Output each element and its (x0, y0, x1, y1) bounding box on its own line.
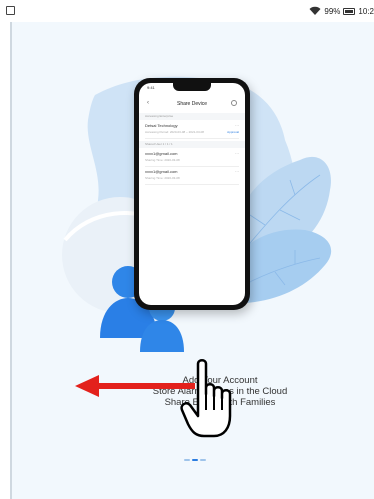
wifi-icon (309, 6, 321, 15)
phone-list-item: xxxx1@gmail.com Sharing Time: 2020-03-08… (145, 151, 239, 167)
phone-screen: 9:41 ‹ Share Device Accessing Enterprise… (139, 83, 245, 305)
page-dot[interactable] (184, 459, 190, 461)
phone-notch (173, 83, 211, 91)
gear-icon (231, 100, 237, 106)
phone-item-title: xxxx1@gmail.com (145, 169, 178, 174)
more-icon: ··· (235, 151, 239, 156)
back-icon: ‹ (147, 100, 149, 106)
phone-item-title: Detsai Technology (145, 123, 178, 128)
clock: 10:2 (358, 6, 374, 16)
phone-item-title: xxxx1@gmail.com (145, 151, 178, 156)
swipe-left-arrow-icon (75, 375, 195, 397)
status-right: 99% 10:2 (309, 5, 374, 17)
phone-mockup: 9:41 ‹ Share Device Accessing Enterprise… (134, 78, 250, 310)
notification-icon (6, 6, 15, 15)
phone-status-time: 9:41 (147, 85, 155, 90)
page-dot[interactable] (200, 459, 206, 461)
phone-item-action: Approval (227, 130, 239, 134)
hand-pointer-icon (180, 359, 232, 438)
more-icon: ··· (235, 123, 239, 128)
phone-item-sub: Accessing Period: 2020-03-08 ~ 2021-03-0… (145, 130, 204, 134)
phone-header-title: Share Device (176, 101, 207, 107)
phone-section-label: Shared User 1 / 1 / 1 (139, 141, 245, 148)
phone-header: ‹ Share Device (139, 97, 245, 111)
status-bar: 99% 10:2 (0, 0, 374, 22)
battery-icon (343, 7, 356, 15)
page-indicator[interactable] (184, 459, 206, 461)
phone-list-item: xxxx1@gmail.com Sharing Time: 2020-03-08… (145, 169, 239, 185)
page-dot-active[interactable] (192, 459, 198, 461)
more-icon: ··· (235, 169, 239, 174)
phone-section-label: Accessing Enterprise (139, 113, 245, 120)
phone-item-sub: Sharing Time: 2020-03-08 (145, 176, 180, 180)
battery-percent: 99% (324, 6, 341, 16)
phone-item-sub: Sharing Time: 2020-03-08 (145, 158, 180, 162)
phone-list-item: Detsai Technology Accessing Period: 2020… (145, 123, 239, 139)
